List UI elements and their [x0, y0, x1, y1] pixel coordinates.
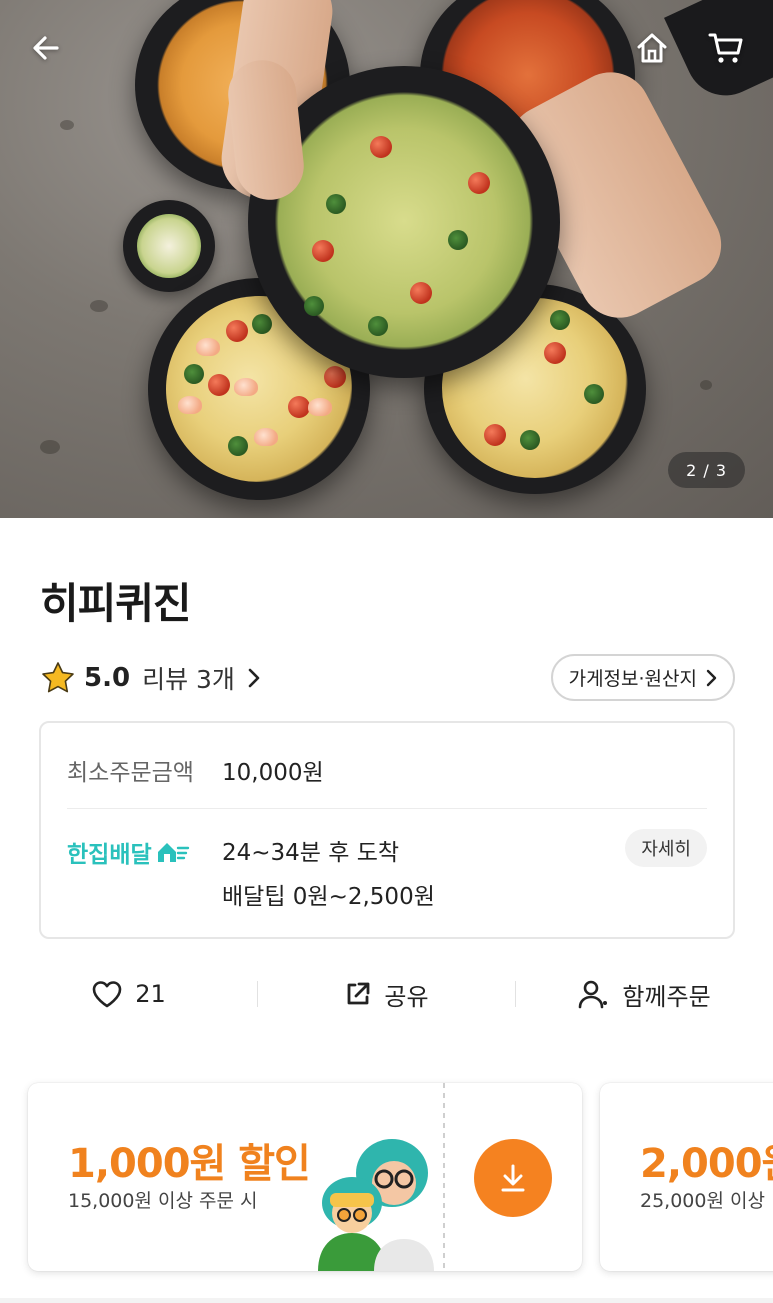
mascot-illustration: [318, 1139, 434, 1271]
fast-delivery-house-icon: [157, 843, 189, 862]
back-button[interactable]: [24, 26, 68, 70]
coupon-condition: 15,000원 이상 주문 시: [68, 1190, 258, 1212]
store-actions: 21 공유 함께주문: [0, 966, 773, 1022]
delivery-brand: 한집배달: [67, 835, 190, 869]
review-link[interactable]: 리뷰 3개: [142, 660, 261, 696]
share-icon: [348, 982, 370, 1005]
delivery-tip: 배달팁 0원~2,500원: [222, 884, 435, 910]
group-order-label: 함께주문: [622, 982, 711, 1011]
arrow-left-icon: [33, 36, 59, 60]
texture-speck: [700, 380, 712, 390]
cart-button[interactable]: [704, 26, 748, 70]
min-order-label: 최소주문금액: [67, 760, 194, 786]
share-label: 공유: [384, 982, 429, 1011]
download-icon: [501, 1164, 525, 1192]
home-button[interactable]: [630, 26, 674, 70]
coupon-condition: 25,000원 이상: [640, 1190, 765, 1212]
min-order-value: 10,000원: [222, 760, 324, 786]
coupon-amount: 1,000원 할인: [68, 1141, 311, 1187]
star-icon: [42, 662, 74, 693]
divider: [67, 808, 707, 809]
share-button[interactable]: 공유: [258, 977, 515, 1012]
coupon-amount: 2,000원: [640, 1141, 773, 1187]
texture-speck: [90, 300, 108, 312]
cart-icon: [708, 33, 743, 63]
arrival-time: 24~34분 후 도착: [222, 840, 400, 866]
chevron-right-icon: [248, 668, 260, 688]
rating-score: 5.0: [84, 663, 131, 693]
coupon-card[interactable]: 2,000원 25,000원 이상: [600, 1083, 773, 1271]
coupon-card[interactable]: 1,000원 할인 15,000원 이상 주문 시: [28, 1083, 582, 1271]
coupon-download-button[interactable]: [474, 1139, 552, 1217]
like-count: 21: [135, 980, 166, 1008]
texture-speck: [60, 120, 74, 130]
home-icon: [637, 33, 667, 63]
delivery-brand-label: 한집배달: [67, 842, 152, 868]
rating-row: 5.0 리뷰 3개: [40, 655, 261, 701]
coupon-perforation: [443, 1083, 445, 1271]
min-order-row: 최소주문금액 10,000원: [67, 753, 324, 787]
store-info-origin-label: 가게정보·원산지: [568, 668, 697, 690]
store-info-origin-button[interactable]: 가게정보·원산지: [550, 654, 735, 701]
store-hero-image[interactable]: 2 / 3: [0, 0, 773, 518]
delivery-detail-button[interactable]: 자세히: [625, 829, 707, 867]
texture-speck: [40, 440, 60, 454]
chevron-right-icon: [706, 669, 717, 686]
review-count-label: 리뷰 3개: [142, 665, 235, 694]
store-name: 히피퀴진: [40, 579, 192, 628]
heart-icon: [92, 981, 122, 1008]
person-add-icon: [579, 980, 608, 1009]
pickle-dish: [123, 200, 215, 292]
like-button[interactable]: 21: [0, 980, 257, 1008]
image-page-indicator: 2 / 3: [668, 452, 745, 488]
section-divider: [0, 1298, 773, 1303]
group-order-button[interactable]: 함께주문: [516, 977, 773, 1012]
delivery-info-box: 최소주문금액 10,000원 한집배달 24~34분 후 도착 배달팁 0원~2…: [39, 721, 735, 939]
